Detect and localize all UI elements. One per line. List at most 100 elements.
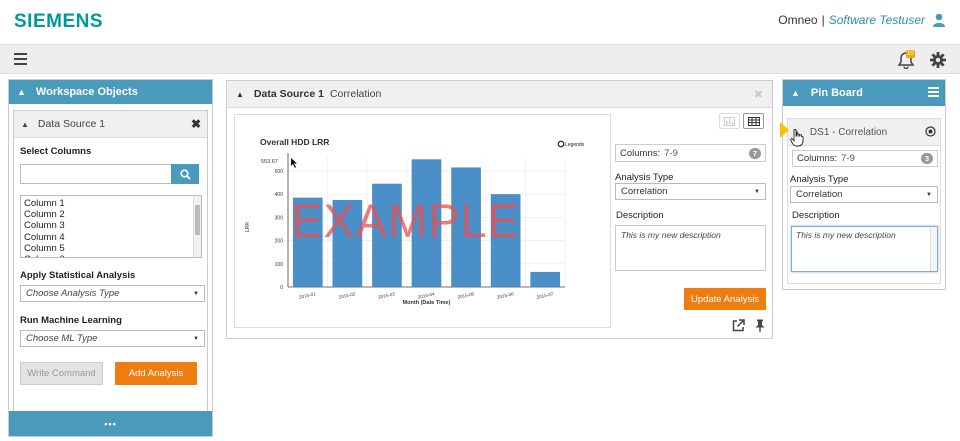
legend-label: Legends [565, 142, 585, 148]
table-view-button[interactable] [743, 113, 764, 129]
analysis-panel: ▲ Data Source 1 Correlation ✖ Overall HD… [226, 80, 773, 339]
column-list-item[interactable]: Column 2 [24, 209, 198, 220]
y-tick-label: 500 [275, 169, 284, 175]
stat-analysis-label: Apply Statistical Analysis [20, 270, 136, 281]
chevron-up-icon[interactable]: ▲ [17, 87, 26, 97]
y-tick-label: 100 [275, 262, 284, 268]
chevron-up-icon[interactable]: ▲ [21, 120, 29, 129]
more-dots-icon: ••• [104, 418, 117, 429]
search-button[interactable] [171, 164, 199, 184]
max-value-label: 553.67 [261, 159, 278, 165]
top-header: SIEMENS Omneo | Software Testuser [0, 0, 960, 44]
close-icon[interactable]: ✖ [754, 88, 763, 101]
pointer-cursor-icon [291, 158, 297, 168]
description-text: This is my new description [621, 230, 721, 240]
user-name[interactable]: Software Testuser [829, 13, 925, 27]
menu-icon[interactable] [928, 87, 939, 97]
notification-badge: 10 [906, 50, 915, 58]
pin-analysis-type-value: Correlation [796, 189, 843, 200]
description-label: Description [616, 210, 664, 221]
analysis-type-select[interactable]: Choose Analysis Type ▼ [20, 285, 205, 302]
x-tick-label: 2015-07 [536, 291, 554, 299]
update-analysis-button[interactable]: Update Analysis [684, 288, 766, 310]
add-analysis-button[interactable]: Add Analysis [115, 362, 197, 385]
active-pin-indicator [780, 122, 789, 138]
data-source-header[interactable]: ▲ Data Source 1 ✖ [14, 111, 207, 138]
analysis-type-value: Correlation [621, 186, 668, 197]
pin-analysis-type-dropdown[interactable]: Correlation ▼ [790, 186, 938, 203]
table-icon [747, 116, 760, 126]
analysis-name: Correlation [329, 88, 382, 100]
columns-field[interactable]: Columns: 7-9 7 [615, 144, 766, 162]
remove-circle-icon[interactable] [925, 126, 936, 137]
ml-type-select[interactable]: Choose ML Type ▼ [20, 330, 205, 347]
dropdown-arrow-icon: ▼ [193, 290, 199, 297]
analysis-type-label: Analysis Type [615, 172, 674, 183]
data-source-title: Data Source 1 [37, 118, 106, 130]
column-list-item[interactable]: Column 1 [24, 198, 198, 209]
dropdown-arrow-icon: ▼ [754, 188, 760, 195]
columns-listbox[interactable]: Column 1 Column 2 Column 3 Column 4 Column 5… [20, 195, 202, 258]
pin-columns-value: 7-9 [841, 153, 855, 164]
chart-view-button[interactable] [719, 113, 740, 129]
chart-container: Overall HDD LRR Legends 553.67 0 100 200 300 40… [234, 114, 611, 328]
search-icon [179, 168, 191, 180]
textarea-scrollbar[interactable] [930, 227, 937, 271]
select-columns-label: Select Columns [20, 146, 92, 157]
close-icon[interactable]: ✖ [191, 117, 201, 131]
settings-gear-icon[interactable] [930, 52, 946, 68]
columns-count-badge: 7 [748, 147, 761, 159]
user-info: Omneo | Software Testuser [778, 13, 946, 27]
pin-icon[interactable] [754, 319, 766, 332]
pin-card-header[interactable]: ▲ DS1 - Correlation [788, 119, 940, 146]
write-command-button[interactable]: Write Command [20, 362, 103, 385]
analysis-type-placeholder: Choose Analysis Type [26, 288, 120, 299]
column-list-item[interactable]: Column 6 [24, 254, 198, 257]
analysis-header[interactable]: ▲ Data Source 1 Correlation ✖ [227, 81, 772, 108]
column-list-item[interactable]: Column 4 [24, 232, 198, 243]
pinboard-title: Pin Board [810, 87, 863, 99]
pin-analysis-type-label: Analysis Type [790, 174, 849, 185]
y-tick-label: 300 [275, 215, 284, 221]
pinboard-panel: ▲ Pin Board ▲ DS1 - Correlation Columns:… [782, 79, 946, 290]
y-tick-label: 400 [275, 192, 284, 198]
ml-type-placeholder: Choose ML Type [26, 333, 98, 344]
y-tick-label: 200 [275, 239, 284, 245]
pinboard-header[interactable]: ▲ Pin Board [783, 80, 945, 106]
siemens-logo: SIEMENS [14, 11, 104, 32]
pin-columns-field[interactable]: Columns: 7-9 3 [792, 150, 938, 167]
hamburger-menu-icon[interactable] [14, 53, 27, 65]
column-list-item[interactable]: Column 3 [24, 220, 198, 231]
chart-title: Overall HDD LRR [260, 137, 329, 147]
y-tick-label: 0 [280, 285, 283, 291]
dropdown-arrow-icon: ▼ [193, 335, 199, 342]
columns-value: 7-9 [664, 147, 678, 159]
pin-card-title: DS1 - Correlation [809, 126, 888, 138]
chevron-up-icon[interactable]: ▲ [236, 90, 244, 99]
analysis-source-name: Data Source 1 [253, 88, 324, 100]
user-icon[interactable] [932, 13, 946, 27]
listbox-scrollbar[interactable] [193, 196, 201, 257]
y-axis-label: LRR [245, 222, 251, 232]
header-separator: | [821, 13, 825, 27]
workspace-header[interactable]: ▲ Workspace Objects [9, 80, 212, 104]
description-textarea[interactable]: This is my new description [615, 225, 766, 271]
pin-card: ▲ DS1 - Correlation Columns: 7-9 3 Analy… [787, 118, 941, 284]
workspace-title: Workspace Objects [35, 86, 138, 98]
external-link-icon[interactable] [732, 319, 745, 332]
pin-columns-count-badge: 3 [920, 153, 933, 164]
ml-label: Run Machine Learning [20, 315, 122, 326]
chart-icon [724, 116, 735, 126]
workspace-footer-button[interactable]: ••• [9, 411, 212, 436]
x-axis-label: Month (Date Time) [403, 300, 451, 306]
x-tick-label: 2015-03 [378, 291, 396, 299]
analysis-type-dropdown[interactable]: Correlation ▼ [615, 183, 766, 200]
hand-cursor-icon [790, 128, 804, 147]
columns-label: Columns: [620, 147, 661, 159]
data-source-card: ▲ Data Source 1 ✖ Select Columns Column … [13, 110, 208, 426]
column-list-item[interactable]: Column 5 [24, 243, 198, 254]
column-search-input[interactable] [20, 164, 172, 184]
chevron-up-icon[interactable]: ▲ [791, 88, 800, 98]
pin-description-textarea[interactable]: This is my new description [791, 226, 938, 272]
pin-description-label: Description [792, 210, 840, 221]
